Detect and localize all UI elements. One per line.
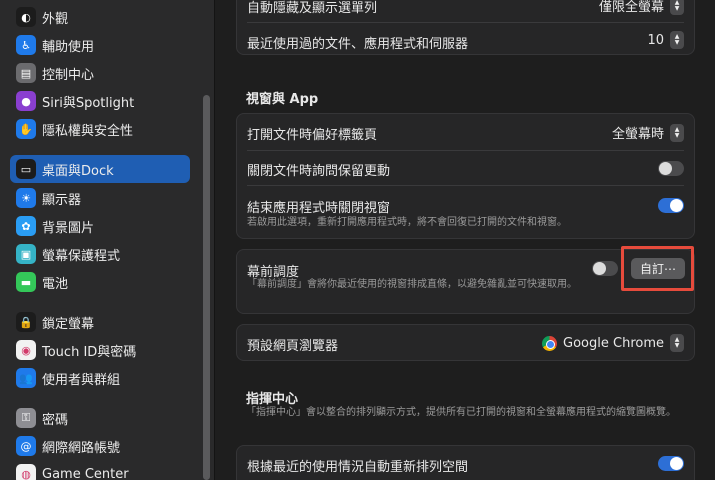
appearance-icon: ◐ <box>16 7 36 27</box>
control-center-icon: ▤ <box>16 63 36 83</box>
recent-items-row: 最近使用過的文件、應用程式和伺服器 10 ▲ ▼ <box>237 23 694 54</box>
sidebar-item-label: 電池 <box>42 276 69 292</box>
auto-rearrange-spaces-toggle[interactable] <box>658 456 684 471</box>
sidebar-item[interactable]: ▬ 電池 <box>10 268 190 296</box>
sidebar-item-label: Touch ID與密碼 <box>42 344 137 360</box>
sidebar-item-label: 使用者與群組 <box>42 372 121 388</box>
sidebar-item-label: 螢幕保護程式 <box>42 248 121 264</box>
accessibility-icon: ♿ <box>16 35 36 55</box>
sidebar-item[interactable]: ⚿ 密碼 <box>10 404 190 432</box>
sidebar-item-label: 隱私權與安全性 <box>42 123 134 139</box>
sidebar-item-label: 輔助使用 <box>42 39 95 55</box>
sidebar-item-label: Siri與Spotlight <box>42 95 135 111</box>
sidebar-item[interactable]: ▤ 控制中心 <box>10 59 190 87</box>
chevron-up-down-icon: ▲ ▼ <box>670 31 684 49</box>
ask-keep-changes-label: 關閉文件時詢問保留更動 <box>247 164 391 179</box>
ask-keep-changes-toggle[interactable] <box>658 161 684 176</box>
sidebar-item-label: Game Center <box>42 466 129 480</box>
chevron-up-down-icon: ▲ ▼ <box>670 123 684 142</box>
toggle-knob <box>593 262 606 275</box>
sidebar-item[interactable]: 👥 使用者與群組 <box>10 364 190 392</box>
sidebar-item[interactable]: ♿ 輔助使用 <box>10 31 190 59</box>
sidebar-item-label: 鎖定螢幕 <box>42 316 95 332</box>
sidebar-item-label: 外觀 <box>42 11 69 27</box>
ask-keep-changes-row: 關閉文件時詢問保留更動 <box>237 151 694 185</box>
auto-rearrange-spaces-label: 根據最近的使用情況自動重新排列空間 <box>247 460 469 475</box>
sidebar-item[interactable]: ◉ Touch ID與密碼 <box>10 336 190 364</box>
sidebar-item-label: 背景圖片 <box>42 220 95 236</box>
auto-hide-menu-bar-popup[interactable]: 僅限全螢幕 ▲ ▼ <box>599 0 684 15</box>
toggle-knob <box>670 457 683 470</box>
menu-bar-card: 自動隱藏及顯示選單列 僅限全螢幕 ▲ ▼ 最近使用過的文件、應用程式和伺服器 10… <box>236 0 695 55</box>
close-windows-row: 結束應用程式時關閉視窗 若啟用此選項，重新打開應用程式時，將不會回復已打開的文件… <box>237 186 694 238</box>
auto-hide-menu-bar-value: 僅限全螢幕 <box>598 0 664 15</box>
chevron-up-down-icon: ▲ ▼ <box>670 0 684 15</box>
chevron-up-down-icon: ▲ ▼ <box>670 334 684 352</box>
chrome-icon <box>542 335 558 351</box>
users-groups-icon: 👥 <box>16 368 36 388</box>
sidebar-item-label: 控制中心 <box>42 67 95 83</box>
close-windows-label: 結束應用程式時關閉視窗 <box>247 201 391 216</box>
battery-icon: ▬ <box>16 272 36 292</box>
sidebar: ◐ 外觀 ♿ 輔助使用 ▤ 控制中心 ● Siri與Spotlight ✋ 隱私權與安全性 ▭ 桌面與… <box>0 0 214 480</box>
prefer-tabs-value: 全螢幕時 <box>611 127 664 142</box>
desktop-dock-icon: ▭ <box>16 159 36 179</box>
privacy-hand-icon: ✋ <box>16 119 36 139</box>
recent-items-value: 10 <box>647 32 664 48</box>
siri-icon: ● <box>16 91 36 111</box>
annotation-highlight-box <box>621 246 694 291</box>
sidebar-item[interactable]: ✋ 隱私權與安全性 <box>10 115 190 143</box>
mission-control-section-title: 指揮中心 <box>246 392 299 407</box>
wallpaper-icon: ✿ <box>16 216 36 236</box>
sidebar-item[interactable]: ☀ 顯示器 <box>10 184 190 212</box>
toggle-knob <box>659 162 672 175</box>
display-icon: ☀ <box>16 188 36 208</box>
fingerprint-icon: ◉ <box>16 340 36 360</box>
prefer-tabs-popup[interactable]: 全螢幕時 ▲ ▼ <box>612 123 684 142</box>
mission-control-card: 根據最近的使用情況自動重新排列空間 <box>236 445 695 480</box>
prefer-tabs-label: 打開文件時偏好標籤頁 <box>247 128 378 143</box>
auto-hide-menu-bar-row: 自動隱藏及顯示選單列 僅限全螢幕 ▲ ▼ <box>237 0 694 22</box>
stage-manager-description: 「幕前調度」會將你最近使用的視窗排成直條，以避免雜亂並可快速取用。 <box>247 279 577 290</box>
default-browser-value: Google Chrome <box>563 335 664 351</box>
sidebar-item[interactable]: ✿ 背景圖片 <box>10 212 190 240</box>
screensaver-icon: ▣ <box>16 244 36 264</box>
windows-apps-card: 打開文件時偏好標籤頁 全螢幕時 ▲ ▼ 關閉文件時詢問保留更動 結束應用程式時關閉… <box>236 113 695 239</box>
sidebar-item[interactable]: ▣ 螢幕保護程式 <box>10 240 190 268</box>
sidebar-item[interactable]: ◐ 外觀 <box>10 3 190 31</box>
default-browser-card: 預設網頁瀏覽器 Google Chrome ▲ ▼ <box>236 324 695 361</box>
recent-items-popup[interactable]: 10 ▲ ▼ <box>647 31 684 49</box>
toggle-knob <box>670 199 683 212</box>
close-windows-toggle[interactable] <box>658 198 684 213</box>
sidebar-item[interactable]: 🔒 鎖定螢幕 <box>10 308 190 336</box>
sidebar-scrollbar[interactable] <box>203 95 210 480</box>
sidebar-item-label: 桌面與Dock <box>42 163 114 179</box>
auto-hide-menu-bar-label: 自動隱藏及顯示選單列 <box>247 1 378 16</box>
close-windows-description: 若啟用此選項，重新打開應用程式時，將不會回復已打開的文件和視窗。 <box>247 217 567 228</box>
windows-apps-section-title: 視窗與 App <box>246 92 319 107</box>
lock-screen-icon: 🔒 <box>16 312 36 332</box>
stage-manager-toggle[interactable] <box>592 261 618 276</box>
sidebar-item-label: 密碼 <box>42 412 69 428</box>
prefer-tabs-row: 打開文件時偏好標籤頁 全螢幕時 ▲ ▼ <box>237 114 694 150</box>
sidebar-item[interactable]: @ 網際網路帳號 <box>10 432 190 460</box>
internet-accounts-icon: @ <box>16 436 36 456</box>
mission-control-description: 「指揮中心」會以整合的排列顯示方式，提供所有已打開的視窗和全螢幕應用程式的縮覽圖… <box>246 407 676 418</box>
key-icon: ⚿ <box>16 408 36 428</box>
sidebar-item[interactable]: ◍ Game Center <box>10 460 190 480</box>
sidebar-item[interactable]: ● Siri與Spotlight <box>10 87 190 115</box>
default-browser-popup[interactable]: Google Chrome ▲ ▼ <box>542 334 684 352</box>
game-center-icon: ◍ <box>16 464 36 480</box>
sidebar-item-label: 顯示器 <box>42 192 82 208</box>
default-browser-label: 預設網頁瀏覽器 <box>247 339 339 354</box>
recent-items-label: 最近使用過的文件、應用程式和伺服器 <box>247 37 469 52</box>
settings-pane: 自動隱藏及顯示選單列 僅限全螢幕 ▲ ▼ 最近使用過的文件、應用程式和伺服器 10… <box>215 0 715 480</box>
sidebar-item[interactable]: ▭ 桌面與Dock <box>10 155 190 183</box>
sidebar-item-label: 網際網路帳號 <box>42 440 121 456</box>
